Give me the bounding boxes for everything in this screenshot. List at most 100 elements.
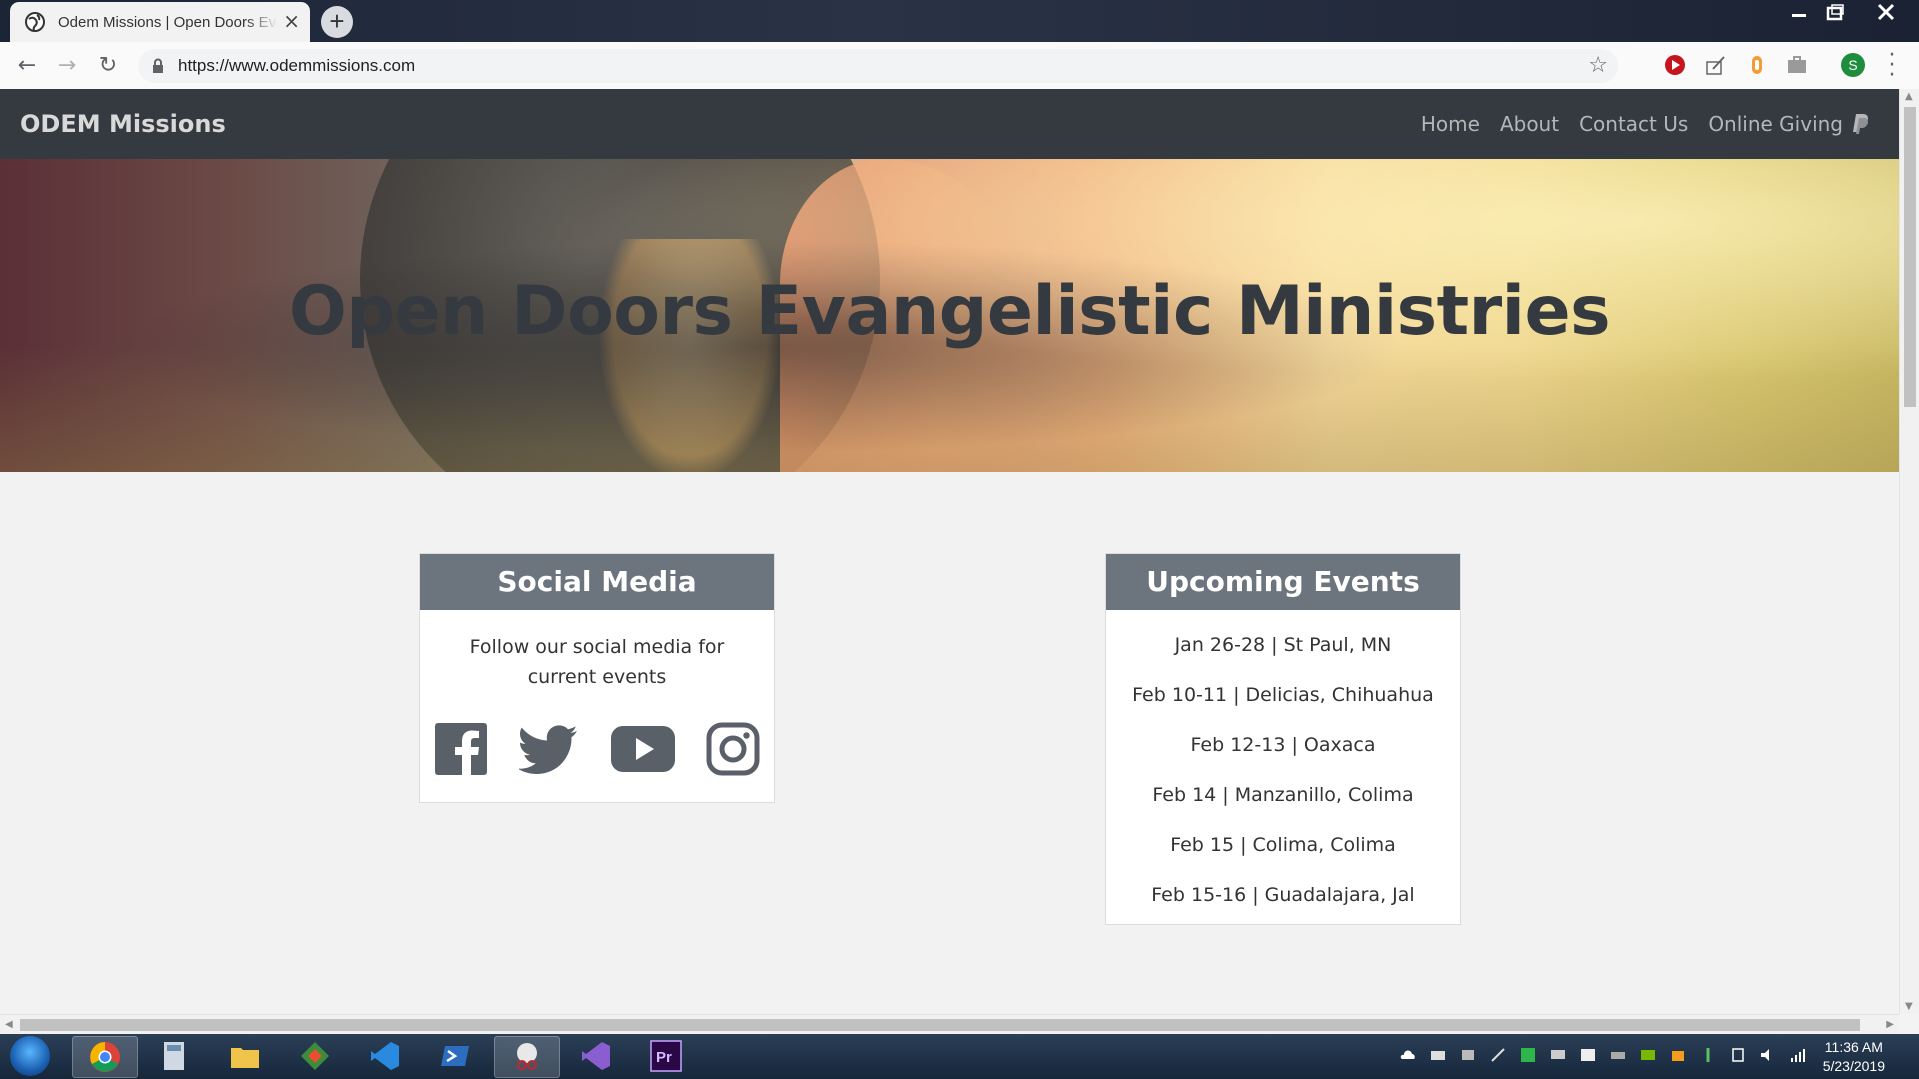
social-media-text: Follow our social media for current even… xyxy=(469,636,725,688)
upcoming-events-card: Upcoming Events Jan 26-28 | St Paul, MN … xyxy=(1105,553,1461,925)
taskbar-chrome[interactable] xyxy=(72,1036,138,1078)
url-text: https://www.odemmissions.com xyxy=(178,56,416,75)
package-tray-icon[interactable] xyxy=(1670,1047,1686,1063)
edit-extension-icon[interactable] xyxy=(1705,54,1727,76)
browser-titlebar: Odem Missions | Open Doors Evangelistic … xyxy=(0,0,1919,42)
restore-button[interactable] xyxy=(1815,0,1855,28)
nav-about[interactable]: About xyxy=(1500,112,1559,136)
pen-tray-icon[interactable] xyxy=(1490,1047,1506,1063)
clock-date: 5/23/2019 xyxy=(1822,1058,1885,1074)
page-viewport: ODEM Missions Home About Contact Us Onli… xyxy=(0,89,1899,1014)
minimize-button[interactable] xyxy=(1778,0,1818,28)
event-item: Feb 10-11 | Delicias, Chihuahua xyxy=(1132,684,1434,706)
taskbar-snipping-tool[interactable] xyxy=(494,1036,560,1078)
bookmark-star-icon[interactable]: ☆ xyxy=(1588,53,1608,78)
address-bar[interactable]: https://www.odemmissions.com ☆ xyxy=(138,49,1618,83)
scroll-down-arrow-icon[interactable]: ▼ xyxy=(1905,1001,1913,1012)
svg-text:Pr: Pr xyxy=(656,1049,672,1066)
event-item: Feb 14 | Manzanillo, Colima xyxy=(1152,784,1414,806)
vscode-icon xyxy=(371,1042,399,1070)
tab-title: Odem Missions | Open Doors Evangelistic … xyxy=(58,13,278,31)
profile-avatar[interactable]: S xyxy=(1841,53,1865,77)
youtube-icon[interactable] xyxy=(610,726,675,772)
social-media-title: Social Media xyxy=(420,554,774,610)
onedrive-icon[interactable] xyxy=(1400,1047,1416,1063)
browser-toolbar: ← → ↻ https://www.odemmissions.com ☆ S ·… xyxy=(0,42,1919,90)
taskbar-git-app[interactable] xyxy=(283,1036,347,1076)
scroll-up-arrow-icon[interactable]: ▲ xyxy=(1905,91,1913,102)
network-tray-icon[interactable] xyxy=(1730,1047,1746,1063)
tab-close-icon[interactable]: × xyxy=(283,11,300,31)
taskbar-calculator[interactable] xyxy=(142,1036,206,1076)
horizontal-scroll-thumb[interactable] xyxy=(20,1019,1860,1031)
scroll-left-arrow-icon[interactable]: ◀ xyxy=(5,1019,13,1030)
taskbar-vscode[interactable] xyxy=(353,1036,417,1076)
facebook-icon[interactable] xyxy=(434,722,488,776)
social-media-card: Social Media Follow our social media for… xyxy=(419,553,775,803)
event-item: Jan 26-28 | St Paul, MN xyxy=(1174,634,1392,656)
briefcase-extension-icon[interactable] xyxy=(1786,54,1808,76)
horizontal-scrollbar[interactable]: ◀ ▶ xyxy=(0,1014,1899,1035)
calculator-icon xyxy=(164,1042,184,1070)
restore-icon xyxy=(1826,4,1844,21)
globe-icon xyxy=(25,12,45,32)
drive-tray-icon[interactable] xyxy=(1610,1047,1626,1063)
event-list: Jan 26-28 | St Paul, MN Feb 10-11 | Deli… xyxy=(1106,610,1460,920)
scissors-icon xyxy=(517,1043,537,1070)
extension-icon[interactable] xyxy=(1746,54,1768,76)
paypal-icon xyxy=(1853,114,1868,134)
taskbar-visual-studio[interactable] xyxy=(564,1036,628,1076)
lock-icon xyxy=(153,58,163,73)
taskbar-clock[interactable]: 11:36 AM 5/23/2019 xyxy=(1823,1038,1885,1076)
close-icon xyxy=(1877,3,1895,21)
sync-tray-icon[interactable] xyxy=(1460,1047,1476,1063)
event-item: Feb 12-13 | Oaxaca xyxy=(1190,734,1376,756)
instagram-icon[interactable] xyxy=(706,722,760,776)
app-tray-icon[interactable] xyxy=(1520,1047,1536,1063)
menu-dots-icon[interactable]: · · · xyxy=(1886,45,1898,87)
nav-online-giving[interactable]: Online Giving xyxy=(1708,112,1871,136)
usb-tray-icon[interactable] xyxy=(1700,1047,1716,1063)
taskbar-powershell[interactable] xyxy=(423,1036,487,1076)
signal-icon[interactable] xyxy=(1790,1047,1806,1063)
chrome-icon xyxy=(90,1042,120,1072)
site-navbar: ODEM Missions Home About Contact Us Onli… xyxy=(0,89,1899,159)
start-button[interactable] xyxy=(10,1036,50,1076)
taskbar-file-explorer[interactable] xyxy=(213,1036,277,1076)
forward-icon[interactable]: → xyxy=(53,52,81,80)
nvidia-tray-icon[interactable] xyxy=(1640,1047,1656,1063)
new-tab-button[interactable]: + xyxy=(321,6,353,38)
nav-online-giving-label: Online Giving xyxy=(1708,112,1843,136)
social-icons xyxy=(434,722,760,776)
clock-time: 11:36 AM xyxy=(1824,1039,1883,1055)
scroll-right-arrow-icon[interactable]: ▶ xyxy=(1886,1019,1894,1030)
minimize-icon xyxy=(1792,14,1806,17)
calendar-tray-icon[interactable] xyxy=(1580,1047,1596,1063)
twitter-icon[interactable] xyxy=(519,724,579,774)
premiere-icon: Pr xyxy=(650,1040,682,1072)
nav-home[interactable]: Home xyxy=(1421,112,1480,136)
folder-icon xyxy=(231,1048,259,1068)
reload-icon[interactable]: ↻ xyxy=(94,52,122,80)
back-icon[interactable]: ← xyxy=(13,52,41,80)
git-diamond-icon xyxy=(301,1042,329,1070)
powershell-icon xyxy=(441,1046,469,1066)
vertical-scrollbar[interactable]: ▲ ▼ xyxy=(1899,89,1919,1014)
upcoming-events-title: Upcoming Events xyxy=(1106,554,1460,610)
hero-banner: Open Doors Evangelistic Ministries xyxy=(0,159,1899,472)
browser-tab[interactable]: Odem Missions | Open Doors Evangelistic … xyxy=(10,2,310,42)
display-tray-icon[interactable] xyxy=(1550,1047,1566,1063)
windows-taskbar: Pr 11:36 AM 5/23/2019 xyxy=(0,1034,1919,1079)
close-window-button[interactable] xyxy=(1866,0,1906,28)
event-item: Feb 15 | Colima, Colima xyxy=(1170,834,1396,856)
youtube-extension-icon[interactable] xyxy=(1664,54,1686,76)
taskbar-premiere[interactable]: Pr xyxy=(634,1036,698,1076)
vertical-scroll-thumb[interactable] xyxy=(1904,107,1916,407)
site-brand[interactable]: ODEM Missions xyxy=(20,110,226,138)
event-item: Feb 15-16 | Guadalajara, Jal xyxy=(1151,884,1415,906)
keyboard-tray-icon[interactable] xyxy=(1430,1047,1446,1063)
visual-studio-icon xyxy=(582,1042,610,1070)
nav-contact[interactable]: Contact Us xyxy=(1579,112,1688,136)
hero-title: Open Doors Evangelistic Ministries xyxy=(288,272,1611,351)
volume-icon[interactable] xyxy=(1760,1047,1776,1063)
